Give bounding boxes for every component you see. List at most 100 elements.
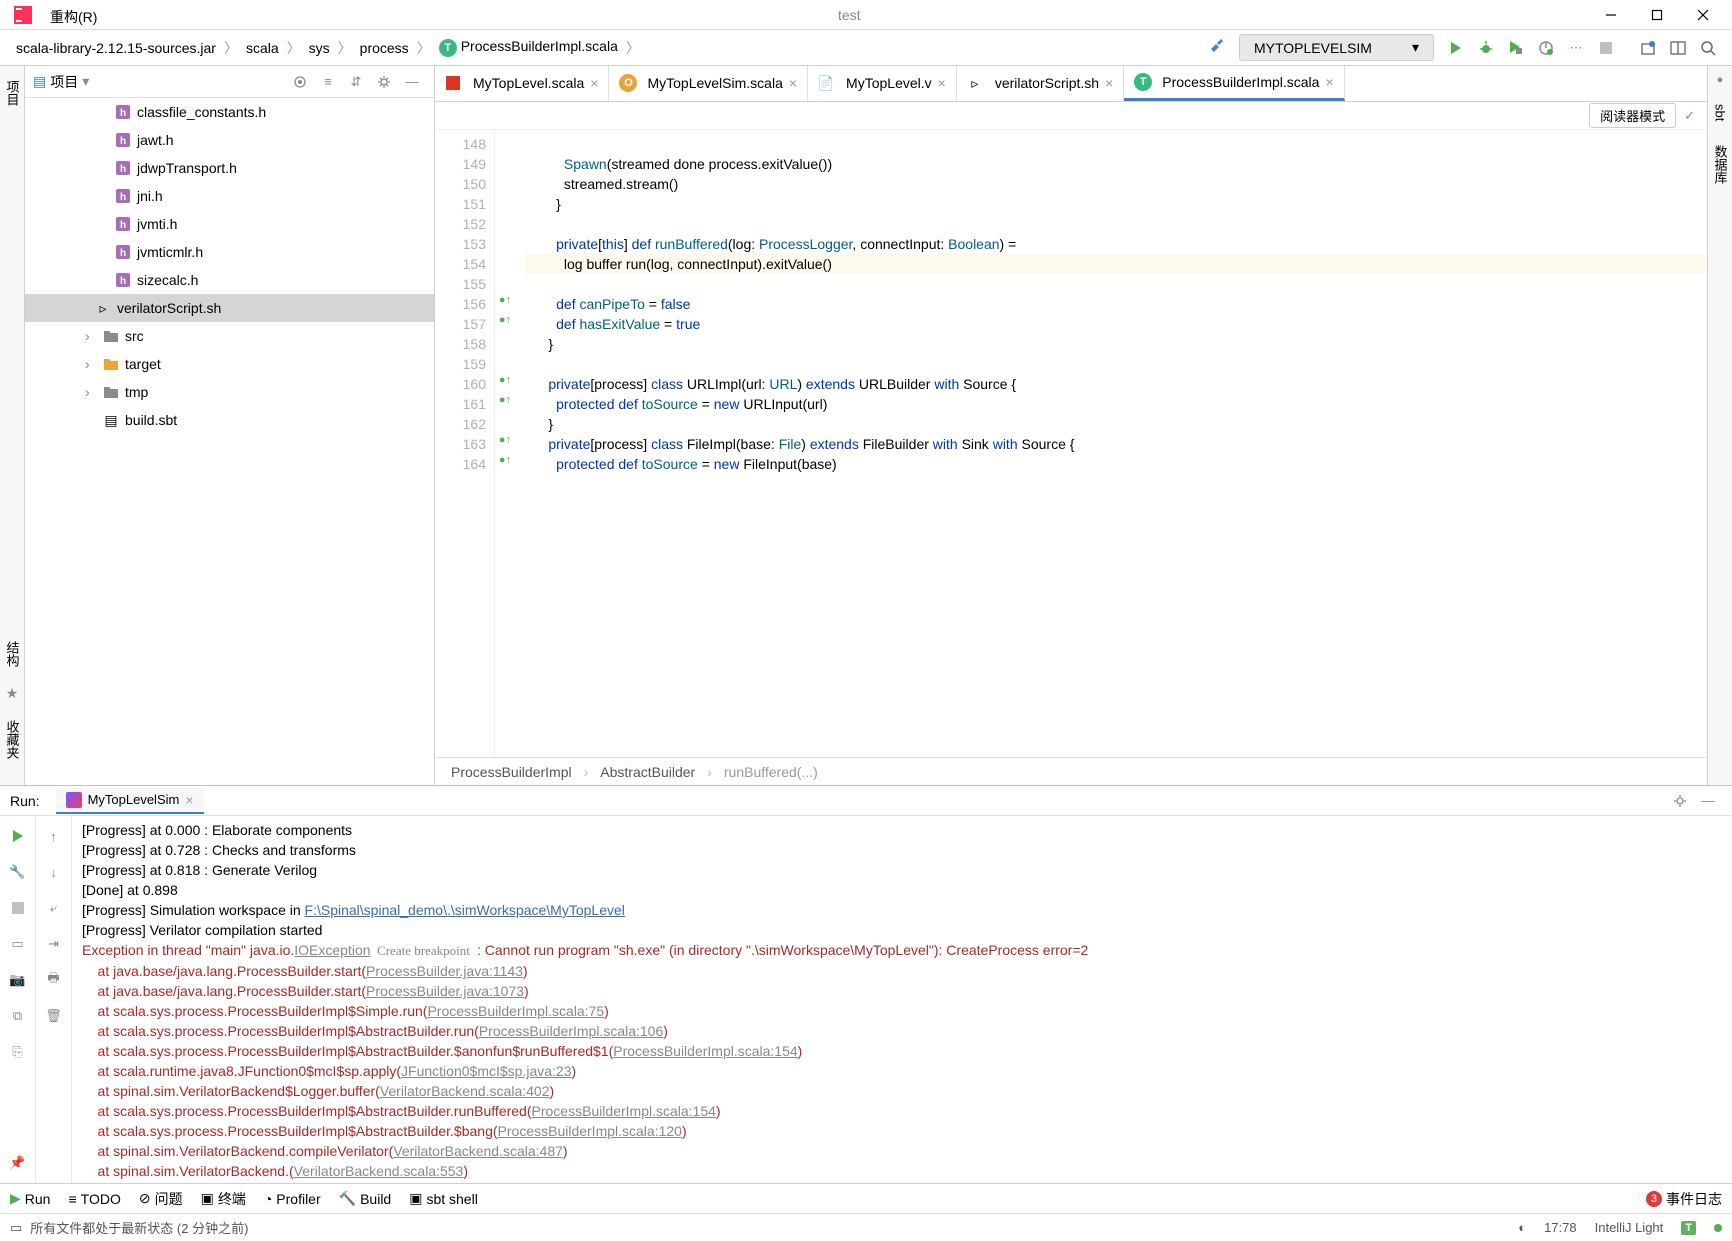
stop-icon[interactable]	[4, 894, 32, 922]
stacktrace-link[interactable]: VerilatorBackend.scala:553	[294, 1163, 464, 1179]
stacktrace-link[interactable]: ProcessBuilderImpl.scala:75	[427, 1003, 604, 1019]
clear-icon[interactable]: 🗑	[40, 1002, 68, 1030]
theme-label[interactable]: IntelliJ Light	[1595, 1220, 1664, 1235]
wrench-icon[interactable]: 🔧	[4, 858, 32, 886]
maximize-button[interactable]	[1634, 0, 1680, 30]
camera-icon[interactable]: 📷	[4, 966, 32, 994]
menu-item[interactable]: 重构(R)	[40, 3, 111, 31]
reader-mode-button[interactable]: 阅读器模式	[1589, 103, 1676, 128]
scroll-end-icon[interactable]: ⇥	[40, 930, 68, 958]
coverage-button[interactable]	[1502, 34, 1530, 62]
stacktrace-link[interactable]: ProcessBuilderImpl.scala:154	[613, 1043, 797, 1059]
breadcrumb-item[interactable]: TProcessBuilderImpl.scala	[433, 36, 624, 59]
console-output[interactable]: [Progress] at 0.000 : Elaborate componen…	[72, 816, 1732, 1183]
build-tool-button[interactable]: 🔨Build	[339, 1190, 392, 1207]
down-icon[interactable]: ↓	[40, 858, 68, 886]
stacktrace-link[interactable]: ProcessBuilderImpl.scala:154	[532, 1103, 716, 1119]
search-button[interactable]	[1694, 34, 1722, 62]
breadcrumb-item[interactable]: sys	[303, 38, 336, 58]
close-icon[interactable]: ×	[938, 75, 946, 91]
right-tab-database[interactable]: 数据库	[1708, 139, 1732, 190]
breadcrumb-item[interactable]: process	[354, 38, 415, 58]
stacktrace-link[interactable]: VerilatorBackend.scala:487	[393, 1143, 563, 1159]
updates-icon[interactable]	[1634, 34, 1662, 62]
profile-button[interactable]	[1532, 34, 1560, 62]
sbt-shell-button[interactable]: ▣sbt shell	[409, 1190, 478, 1207]
editor-tab[interactable]: TProcessBuilderImpl.scala×	[1124, 66, 1344, 101]
crumb-item[interactable]: runBuffered(...)	[724, 764, 818, 780]
editor-tab[interactable]: 📄MyTopLevel.v×	[808, 66, 957, 101]
stacktrace-link[interactable]: VerilatorBackend.scala:402	[380, 1083, 550, 1099]
soft-wrap-icon[interactable]: ⤶	[40, 894, 68, 922]
close-icon[interactable]: ×	[1105, 75, 1113, 91]
expand-all-icon[interactable]: ≡	[314, 68, 342, 96]
tree-file-item[interactable]: hjni.h	[25, 182, 434, 210]
tree-file-item[interactable]: hjdwpTransport.h	[25, 154, 434, 182]
trust-badge[interactable]: T	[1681, 1221, 1696, 1235]
tree-file-item[interactable]: ▤build.sbt	[25, 406, 434, 434]
editor-tab[interactable]: ▹verilatorScript.sh×	[957, 66, 1124, 101]
breadcrumb-item[interactable]: scala	[240, 38, 285, 58]
stacktrace-link[interactable]: JFunction0$mcI$sp.java:23	[401, 1063, 571, 1079]
editor-tab[interactable]: MyTopLevel.scala×	[435, 66, 609, 101]
tree-file-item[interactable]: hjawt.h	[25, 126, 434, 154]
dump-icon[interactable]: ▭	[4, 930, 32, 958]
minimize-button[interactable]	[1588, 0, 1634, 30]
stacktrace-link[interactable]: ProcessBuilderImpl.scala:120	[498, 1123, 682, 1139]
print-icon[interactable]: 🖶	[40, 966, 68, 994]
create-breakpoint-link[interactable]: Create breakpoint	[371, 943, 474, 958]
select-opened-icon[interactable]	[286, 68, 314, 96]
pin-icon[interactable]: 📌	[4, 1149, 32, 1177]
gear-icon[interactable]	[1666, 787, 1694, 815]
terminal-tool-button[interactable]: ▣终端	[201, 1189, 246, 1209]
close-icon[interactable]: ×	[185, 792, 193, 808]
editor-tab[interactable]: OMyTopLevelSim.scala×	[609, 66, 808, 101]
close-icon[interactable]: ×	[590, 75, 598, 91]
exit-icon[interactable]: ⎘	[4, 1038, 32, 1066]
file-link[interactable]: F:\Spinal\spinal_demo\.\simWorkspace\MyT…	[305, 902, 625, 918]
attach-button[interactable]: ⋯	[1562, 34, 1590, 62]
crumb-item[interactable]: AbstractBuilder	[600, 764, 695, 780]
crumb-item[interactable]: ProcessBuilderImpl	[451, 764, 572, 780]
tree-file-item[interactable]: hjvmticmlr.h	[25, 238, 434, 266]
debug-button[interactable]	[1472, 34, 1500, 62]
profiler-tool-button[interactable]: ◔Profiler	[264, 1191, 321, 1207]
run-tab[interactable]: MyTopLevelSim ×	[56, 788, 204, 814]
code-editor[interactable]: Spawn(streamed done process.exitValue())…	[515, 130, 1707, 757]
close-icon[interactable]: ×	[1325, 74, 1333, 90]
todo-tool-button[interactable]: ≡TODO	[68, 1191, 120, 1207]
layout-icon[interactable]: ⧉	[4, 1002, 32, 1030]
close-button[interactable]	[1680, 0, 1726, 30]
left-tab-structure[interactable]: 结构	[0, 635, 25, 673]
tree-file-item[interactable]: hclassfile_constants.h	[25, 98, 434, 126]
gear-icon[interactable]	[370, 68, 398, 96]
hammer-icon[interactable]	[1203, 34, 1231, 62]
run-tool-button[interactable]: ▶Run	[10, 1190, 50, 1207]
problems-tool-button[interactable]: ⊘问题	[139, 1189, 183, 1209]
left-tab-project[interactable]: 项目	[0, 74, 25, 112]
stacktrace-link[interactable]: ProcessBuilder.java:1073	[366, 983, 524, 999]
tree-file-item-selected[interactable]: ▹verilatorScript.sh	[25, 294, 434, 322]
tree-file-item[interactable]: hjvmti.h	[25, 210, 434, 238]
run-button[interactable]	[1442, 34, 1470, 62]
split-editor-icon[interactable]	[1664, 34, 1692, 62]
exception-link[interactable]: IOException	[294, 942, 370, 958]
breadcrumb-item[interactable]: scala-library-2.12.15-sources.jar	[10, 38, 222, 58]
run-config-selector[interactable]: MYTOPLEVELSIM ▾	[1239, 34, 1434, 61]
tree-folder-item[interactable]: ›src	[25, 322, 434, 350]
close-icon[interactable]: ×	[789, 75, 797, 91]
rerun-button[interactable]	[4, 822, 32, 850]
up-icon[interactable]: ↑	[40, 822, 68, 850]
tree-folder-item[interactable]: ›target	[25, 350, 434, 378]
collapse-all-icon[interactable]: ⇵	[342, 68, 370, 96]
stacktrace-link[interactable]: ProcessBuilder.java:1143	[366, 963, 523, 979]
hide-panel-icon[interactable]: —	[1694, 787, 1722, 815]
stacktrace-link[interactable]: ProcessBuilderImpl.scala:106	[479, 1023, 663, 1039]
event-log-button[interactable]: 3事件日志	[1646, 1189, 1722, 1209]
tree-file-item[interactable]: hsizecalc.h	[25, 266, 434, 294]
stop-button[interactable]	[1592, 34, 1620, 62]
left-tab-favorites[interactable]: 收藏夹	[0, 714, 25, 765]
hide-panel-icon[interactable]: —	[398, 68, 426, 96]
tree-folder-item[interactable]: ›tmp	[25, 378, 434, 406]
right-tab-sbt[interactable]: sbt	[1710, 98, 1731, 127]
